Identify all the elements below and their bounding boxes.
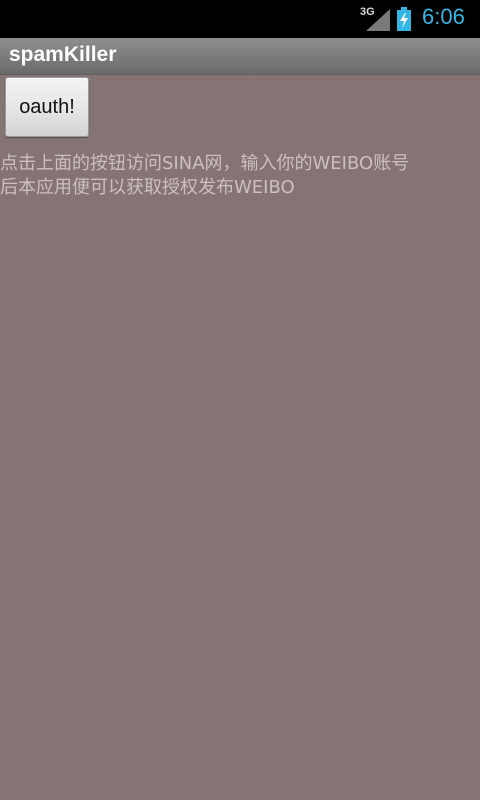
instruction-line-2: 后本应用便可以获取授权发布WEIBO [0,177,295,198]
battery-charging-icon [397,7,411,31]
signal-icon [366,9,390,31]
oauth-button[interactable]: oauth! [5,77,89,137]
clock: 6:06 [422,4,465,29]
instruction-text: 点击上面的按钮访问SINA网，输入你的WEIBO账号 后本应用便可以获取授权发布… [0,152,476,200]
instruction-line-1: 点击上面的按钮访问SINA网，输入你的WEIBO账号 [0,153,410,174]
app-title: spamKiller [9,43,117,66]
title-bar: spamKiller [0,38,480,75]
status-bar: 3G 6:06 [0,0,480,38]
